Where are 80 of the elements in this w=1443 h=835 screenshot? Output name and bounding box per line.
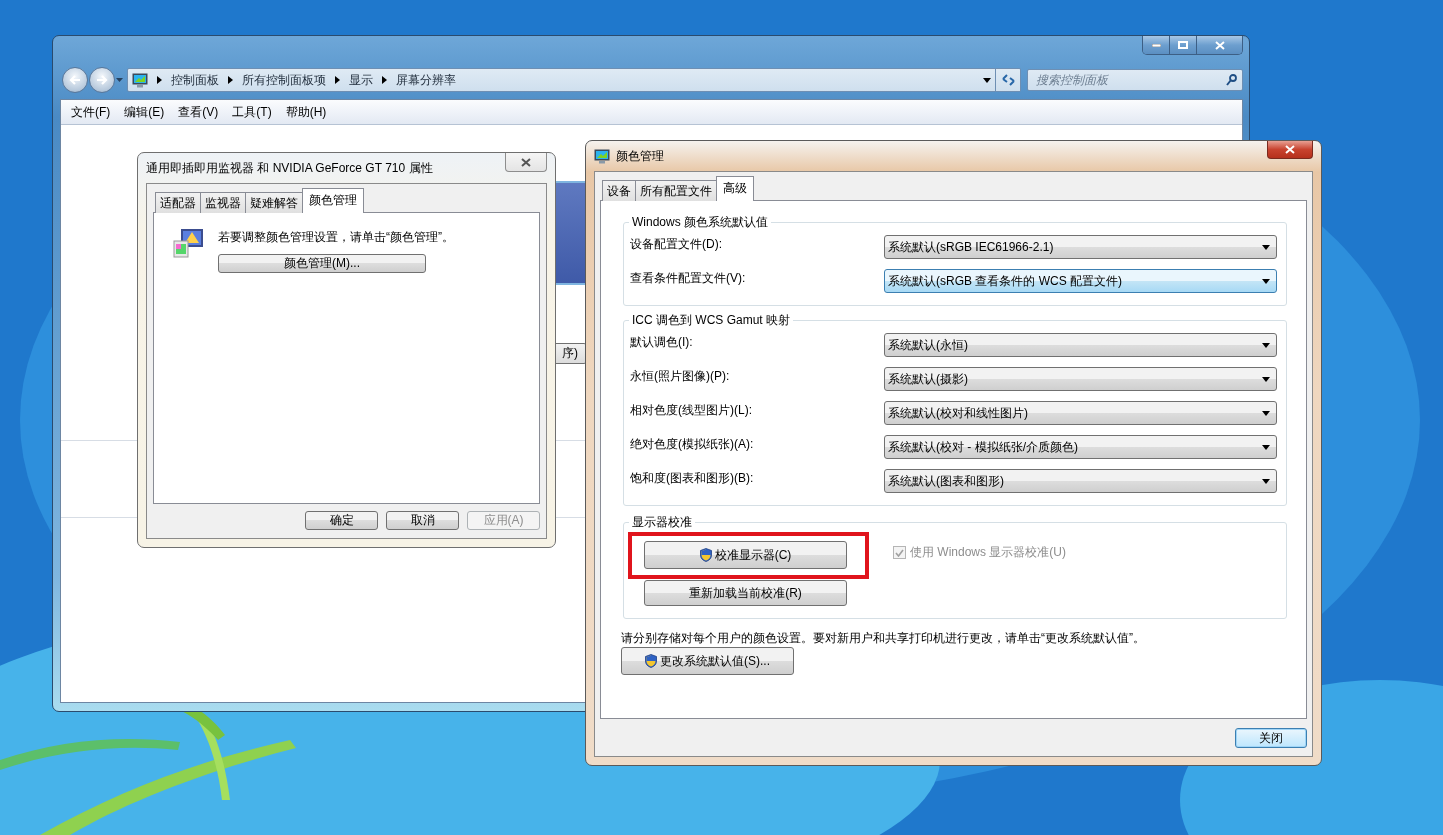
checkbox-label: 使用 Windows 显示器校准(U): [910, 544, 1066, 561]
refresh-button[interactable]: [996, 68, 1021, 92]
note-text: 请分别存储对每个用户的颜色设置。要对新用户和共享打印机进行更改，请单击“更改系统默认值”。: [621, 630, 1146, 647]
tab[interactable]: 高级: [716, 176, 754, 201]
tab[interactable]: 颜色管理: [302, 188, 364, 213]
breadcrumb-item[interactable]: 控制面板: [171, 71, 219, 89]
monitor-icon: [132, 72, 148, 88]
menu-item[interactable]: 查看(V): [172, 101, 225, 123]
dropdown[interactable]: 系统默认(sRGB 查看条件的 WCS 配置文件): [884, 269, 1277, 293]
close-icon: [1214, 40, 1225, 50]
breadcrumb-arrow-icon: [335, 76, 340, 84]
dropdown[interactable]: 系统默认(摄影): [884, 367, 1277, 391]
group-title: ICC 调色到 WCS Gamut 映射: [631, 312, 791, 329]
dropdown[interactable]: 系统默认(校对和线性图片): [884, 401, 1277, 425]
search-field[interactable]: 搜索控制面板: [1027, 69, 1243, 91]
close-button[interactable]: [505, 153, 547, 172]
tab[interactable]: 适配器: [155, 192, 201, 213]
back-button[interactable]: [62, 67, 88, 93]
maximize-icon: [1178, 41, 1188, 49]
close-button[interactable]: [1196, 36, 1242, 54]
field-label: 设备配置文件(D):: [630, 236, 723, 253]
menu-item[interactable]: 编辑(E): [118, 101, 171, 123]
maximize-button[interactable]: [1169, 36, 1196, 54]
dropdown[interactable]: 系统默认(图表和图形): [884, 469, 1277, 493]
check-icon: [895, 548, 904, 557]
menu-item[interactable]: 帮助(H): [279, 101, 333, 123]
dropdown-arrow-icon: [1262, 342, 1270, 348]
breadcrumb-item[interactable]: 显示: [349, 71, 373, 89]
search-icon: [1226, 74, 1237, 86]
button[interactable]: 校准显示器(C): [644, 541, 847, 569]
forward-button[interactable]: [89, 67, 115, 93]
field-label: 默认调色(I):: [630, 334, 694, 351]
breadcrumb-arrow-icon: [228, 76, 233, 84]
minimize-icon: [1151, 43, 1161, 47]
dropdown[interactable]: 系统默认(校对 - 模拟纸张/介质颜色): [884, 435, 1277, 459]
dropdown-arrow-icon: [1262, 410, 1270, 416]
field-label: 永恒(照片图像)(P):: [630, 368, 731, 385]
button[interactable]: 确定: [305, 511, 378, 530]
field-label: 绝对色度(模拟纸张)(A):: [630, 436, 755, 453]
menu-item[interactable]: 文件(F): [65, 101, 117, 123]
dropdown-arrow-icon: [1262, 478, 1270, 484]
address-bar[interactable]: 控制面板 所有控制面板项 显示 屏幕分辨率: [127, 68, 996, 92]
tab[interactable]: 设备: [602, 180, 636, 201]
breadcrumb-arrow-icon: [157, 76, 162, 84]
button[interactable]: 更改系统默认值(S)...: [621, 647, 794, 675]
dropdown-arrow-icon: [1262, 444, 1270, 450]
window-title: 通用即插即用监视器 和 NVIDIA GeForce GT 710 属性: [146, 160, 433, 177]
breadcrumb-item[interactable]: 屏幕分辨率: [396, 71, 456, 89]
color-monitor-icon: [172, 227, 204, 259]
forward-arrow-icon: [96, 75, 108, 85]
field-label: 饱和度(图表和图形)(B):: [630, 470, 755, 487]
monitor-icon: [594, 149, 610, 164]
button[interactable]: 关闭: [1235, 728, 1307, 748]
close-icon: [521, 157, 531, 167]
breadcrumb-arrow-icon: [382, 76, 387, 84]
dropdown-arrow-icon: [1262, 244, 1270, 250]
button[interactable]: 颜色管理(M)...: [218, 254, 426, 273]
close-button[interactable]: [1267, 141, 1313, 159]
dropdown[interactable]: 系统默认(sRGB IEC61966-2.1): [884, 235, 1277, 259]
dropdown-arrow-icon: [1262, 278, 1270, 284]
tab[interactable]: 监视器: [200, 192, 246, 213]
field-label: 查看条件配置文件(V):: [630, 270, 747, 287]
group-title: 显示器校准: [631, 514, 693, 531]
dropdown-arrow-icon: [983, 77, 991, 83]
breadcrumb-item[interactable]: 所有控制面板项: [242, 71, 326, 89]
dropdown[interactable]: 系统默认(永恒): [884, 333, 1277, 357]
group-title: Windows 颜色系统默认值: [631, 214, 769, 231]
field-label: 相对色度(线型图片)(L):: [630, 402, 753, 419]
window-title: 颜色管理: [594, 141, 664, 165]
menu-item[interactable]: 工具(T): [226, 101, 278, 123]
recent-pages-arrow-icon[interactable]: [116, 78, 123, 82]
close-icon: [1285, 145, 1295, 154]
button[interactable]: 重新加载当前校准(R): [644, 580, 847, 606]
dropdown-arrow-icon: [1262, 376, 1270, 382]
tab[interactable]: 所有配置文件: [635, 180, 717, 201]
refresh-icon: [1001, 74, 1015, 86]
tab[interactable]: 疑难解答: [245, 192, 303, 213]
back-arrow-icon: [69, 75, 81, 85]
button[interactable]: 取消: [386, 511, 459, 530]
instruction-text: 若要调整颜色管理设置，请单击“颜色管理”。: [218, 229, 454, 246]
